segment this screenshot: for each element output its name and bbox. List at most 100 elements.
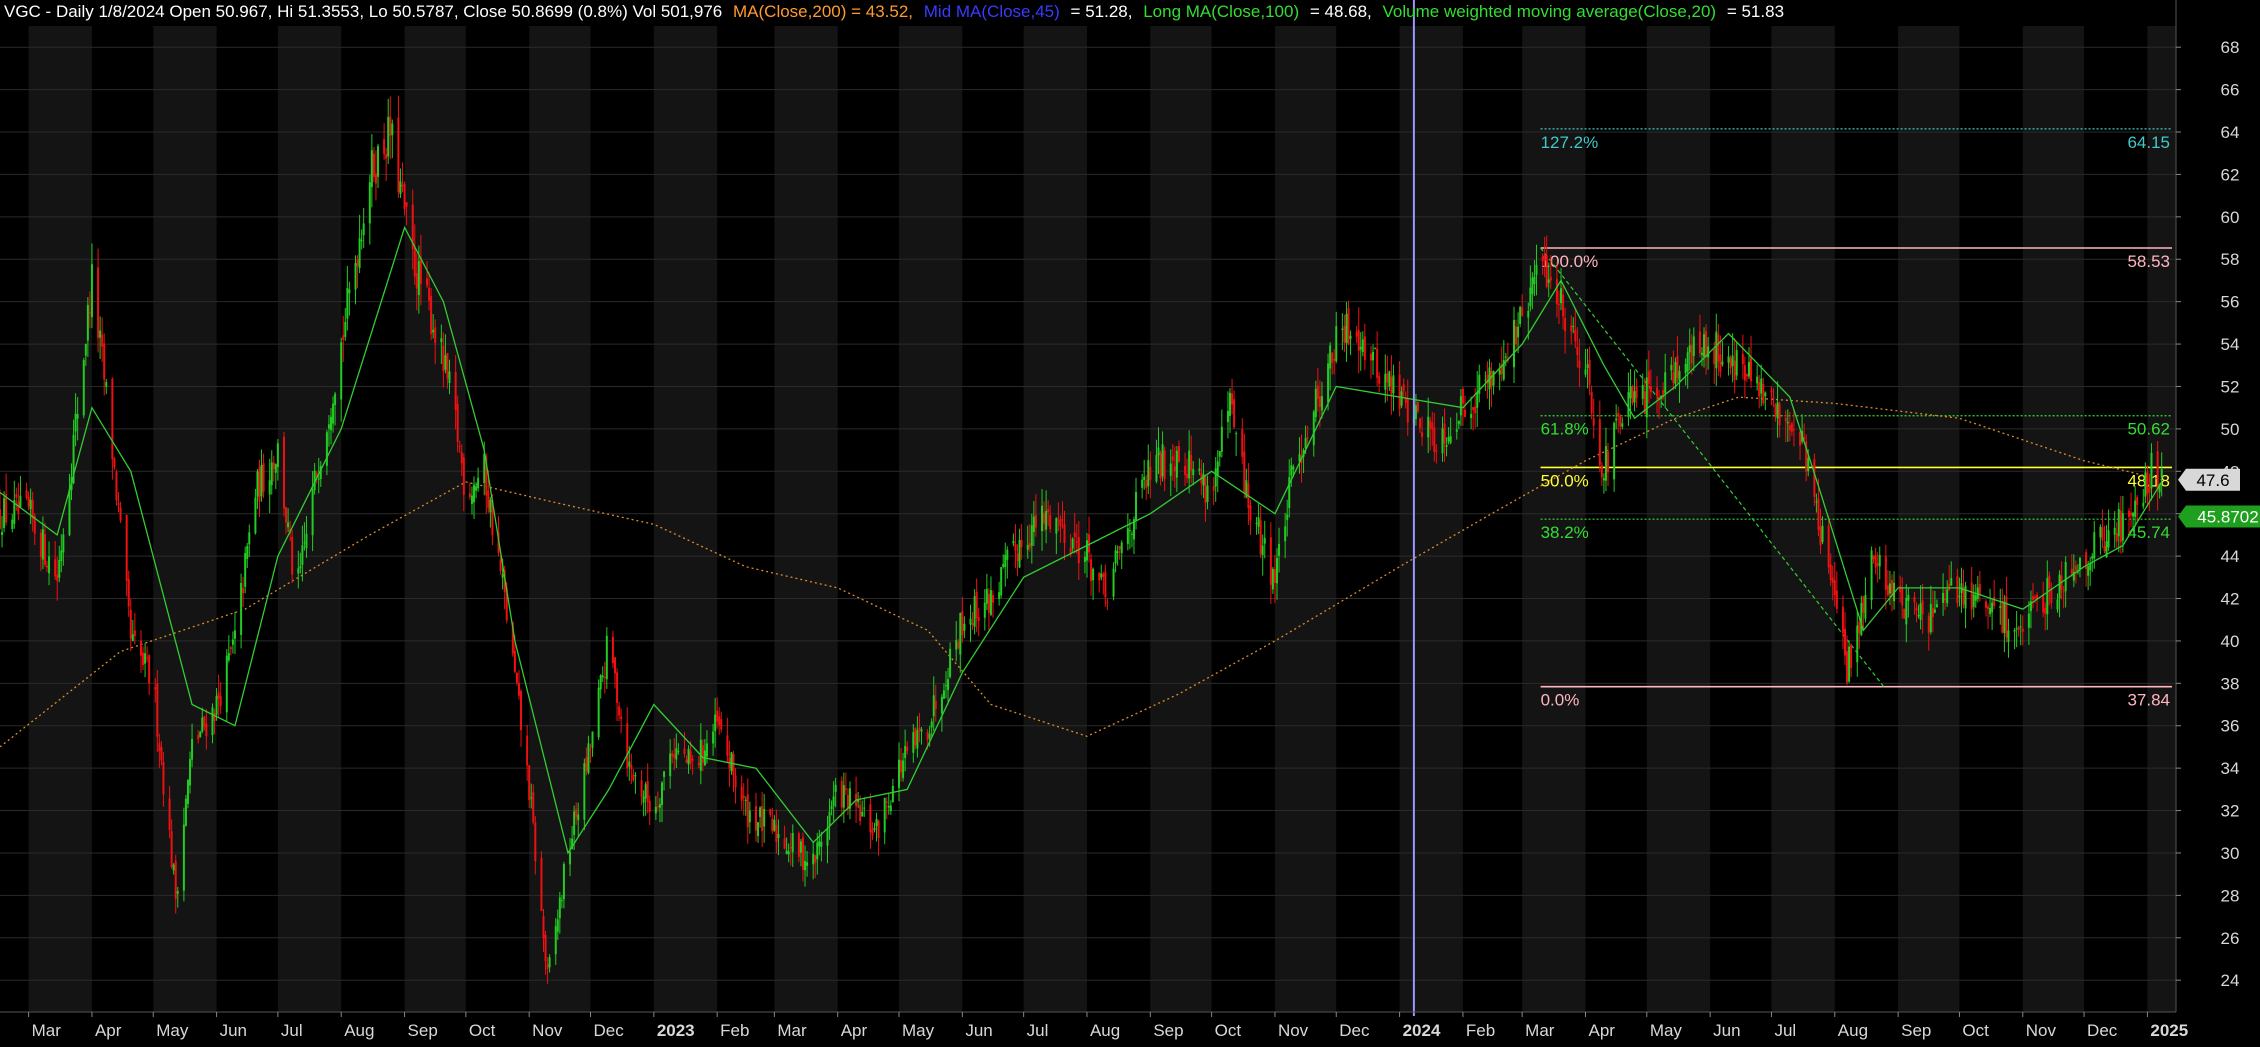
candle-up <box>642 796 645 803</box>
candle-up <box>889 805 892 812</box>
candle-down <box>101 334 104 347</box>
candle-up <box>904 746 907 759</box>
candle-up <box>1263 537 1266 544</box>
candle-up <box>1919 603 1922 620</box>
candle-up <box>60 550 63 562</box>
candle-up <box>1329 345 1332 369</box>
candle-down <box>103 343 106 380</box>
candle-down <box>513 650 516 672</box>
x-tick-label: 2024 <box>1403 1021 1441 1040</box>
candle-down <box>1212 486 1215 491</box>
candle-up <box>712 731 715 744</box>
candle-down <box>1876 563 1879 566</box>
candle-down <box>546 964 549 969</box>
fib-level-pct: 38.2% <box>1541 523 1589 542</box>
candle-up <box>489 499 492 513</box>
candle-down <box>272 462 275 470</box>
candle-down <box>1057 519 1060 521</box>
candle-down <box>732 754 735 776</box>
candle-down <box>385 154 388 159</box>
candle-down <box>1758 382 1761 397</box>
candle-up <box>1271 568 1274 590</box>
candle-down <box>0 509 1 529</box>
candle-up <box>303 542 306 544</box>
candle-down <box>1043 512 1046 524</box>
candle-up <box>1004 554 1007 568</box>
candle-up <box>1041 505 1044 532</box>
candle-down <box>1020 539 1023 547</box>
candle-up <box>1747 362 1750 377</box>
candle-down <box>869 804 872 833</box>
candle-down <box>405 202 408 207</box>
candle-up <box>1664 372 1667 394</box>
y-tick-label: 50 <box>2221 420 2240 439</box>
candle-down <box>2148 487 2151 493</box>
candle-down <box>1016 553 1019 562</box>
candle-up <box>816 842 819 860</box>
candle-down <box>1835 590 1838 609</box>
candle-up <box>949 648 952 677</box>
candle-up <box>812 853 815 865</box>
candle-up <box>1 531 4 536</box>
candle-down <box>746 794 749 828</box>
candle-up <box>832 796 835 806</box>
candle-up <box>329 416 332 431</box>
candle-down <box>1813 459 1816 497</box>
candle-up <box>891 785 894 803</box>
x-tick-label: Jul <box>281 1021 303 1040</box>
candle-up <box>11 519 14 529</box>
candle-up <box>1374 348 1377 350</box>
candle-up <box>1128 529 1131 531</box>
candle-up <box>730 752 733 772</box>
x-tick-label: Mar <box>1525 1021 1555 1040</box>
candle-down <box>1555 279 1558 305</box>
header-main: VGC - Daily 1/8/2024 Open 50.967, Hi 51.… <box>4 2 722 21</box>
candle-up <box>340 342 343 400</box>
candle-down <box>1398 374 1401 409</box>
candle-up <box>787 851 790 855</box>
candle-down <box>1745 373 1748 377</box>
candle-up <box>583 763 586 820</box>
x-tick-label: 2023 <box>657 1021 695 1040</box>
candle-down <box>2136 497 2139 505</box>
candle-down <box>789 847 792 849</box>
month-band <box>653 26 718 1012</box>
candle-up <box>902 760 905 778</box>
candle-down <box>1717 334 1720 362</box>
candle-up <box>1449 436 1452 443</box>
candle-down <box>1333 358 1336 361</box>
candle-down <box>2031 596 2034 600</box>
candle-down <box>1386 373 1389 383</box>
candle-down <box>515 672 518 683</box>
candle-down <box>1233 399 1236 428</box>
candle-up <box>432 329 435 333</box>
candle-up <box>2113 527 2116 535</box>
candle-up <box>2064 562 2067 592</box>
candle-down <box>1600 465 1603 478</box>
candle-down <box>127 578 130 607</box>
candle-down <box>771 818 774 832</box>
candle-up <box>861 811 864 817</box>
candle-down <box>1705 331 1708 358</box>
fib-level-pct: 0.0% <box>1541 691 1580 710</box>
candle-up <box>2087 566 2090 576</box>
price-chart[interactable]: 127.2% 64.15100.0% 58.5361.8% 50.6250.0% 48.… <box>0 0 2260 1047</box>
candle-down <box>1118 546 1121 550</box>
candle-up <box>344 321 347 337</box>
month-band <box>153 26 217 1012</box>
candle-up <box>1349 335 1352 339</box>
candle-down <box>900 760 903 773</box>
chart-window[interactable]: 127.2% 64.15 100.0% 58.53 61.8% 50.62 50.0% 48.… <box>0 0 2260 1047</box>
candle-up <box>1870 550 1873 601</box>
candle-up <box>1935 604 1938 608</box>
candle-up <box>182 824 185 891</box>
candle-up <box>1286 514 1289 520</box>
candle-down <box>585 757 588 772</box>
candle-up <box>1527 310 1530 318</box>
candle-down <box>168 798 171 830</box>
candle-down <box>1850 644 1853 669</box>
candle-up <box>387 117 390 157</box>
candle-down <box>616 672 619 703</box>
candle-up <box>654 806 657 814</box>
candle-up <box>556 919 559 932</box>
